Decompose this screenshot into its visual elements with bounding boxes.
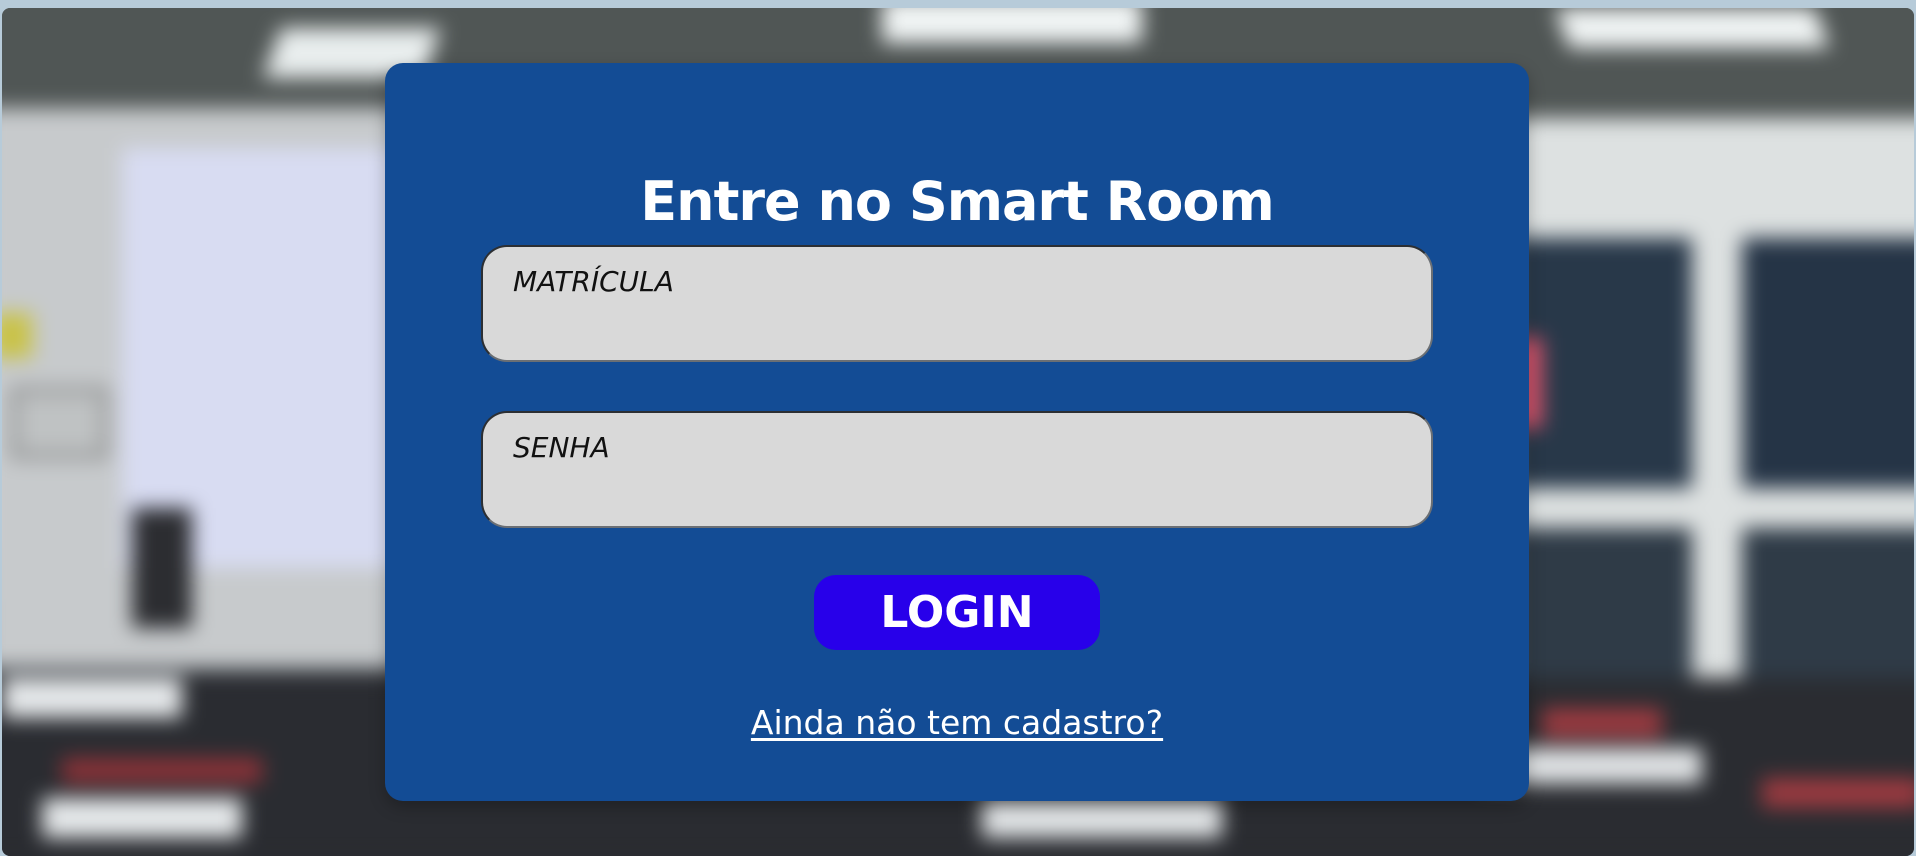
password-input[interactable] bbox=[513, 431, 1401, 464]
password-field[interactable] bbox=[481, 411, 1433, 528]
window-pane bbox=[1742, 528, 1914, 688]
window-pane bbox=[1742, 238, 1914, 488]
whiteboard bbox=[122, 148, 422, 568]
ceiling-light bbox=[882, 8, 1142, 43]
speaker-box bbox=[132, 508, 192, 628]
window-pane bbox=[1512, 528, 1692, 688]
matricula-field[interactable] bbox=[481, 245, 1433, 362]
matricula-input[interactable] bbox=[513, 265, 1401, 298]
chair-red bbox=[1762, 778, 1914, 808]
wall-frame bbox=[12, 388, 107, 458]
page-title: Entre no Smart Room bbox=[640, 170, 1274, 233]
ceiling-light bbox=[1554, 8, 1830, 48]
login-button[interactable]: LOGIN bbox=[814, 575, 1100, 650]
desk bbox=[2, 678, 182, 718]
register-link[interactable]: Ainda não tem cadastro? bbox=[385, 703, 1529, 742]
desk bbox=[982, 798, 1222, 838]
login-card: Entre no Smart Room LOGIN Ainda não tem … bbox=[385, 63, 1529, 801]
yellow-sign bbox=[2, 313, 32, 358]
chair-red bbox=[62, 758, 262, 783]
chair-red bbox=[1542, 708, 1662, 738]
desk bbox=[42, 798, 242, 838]
